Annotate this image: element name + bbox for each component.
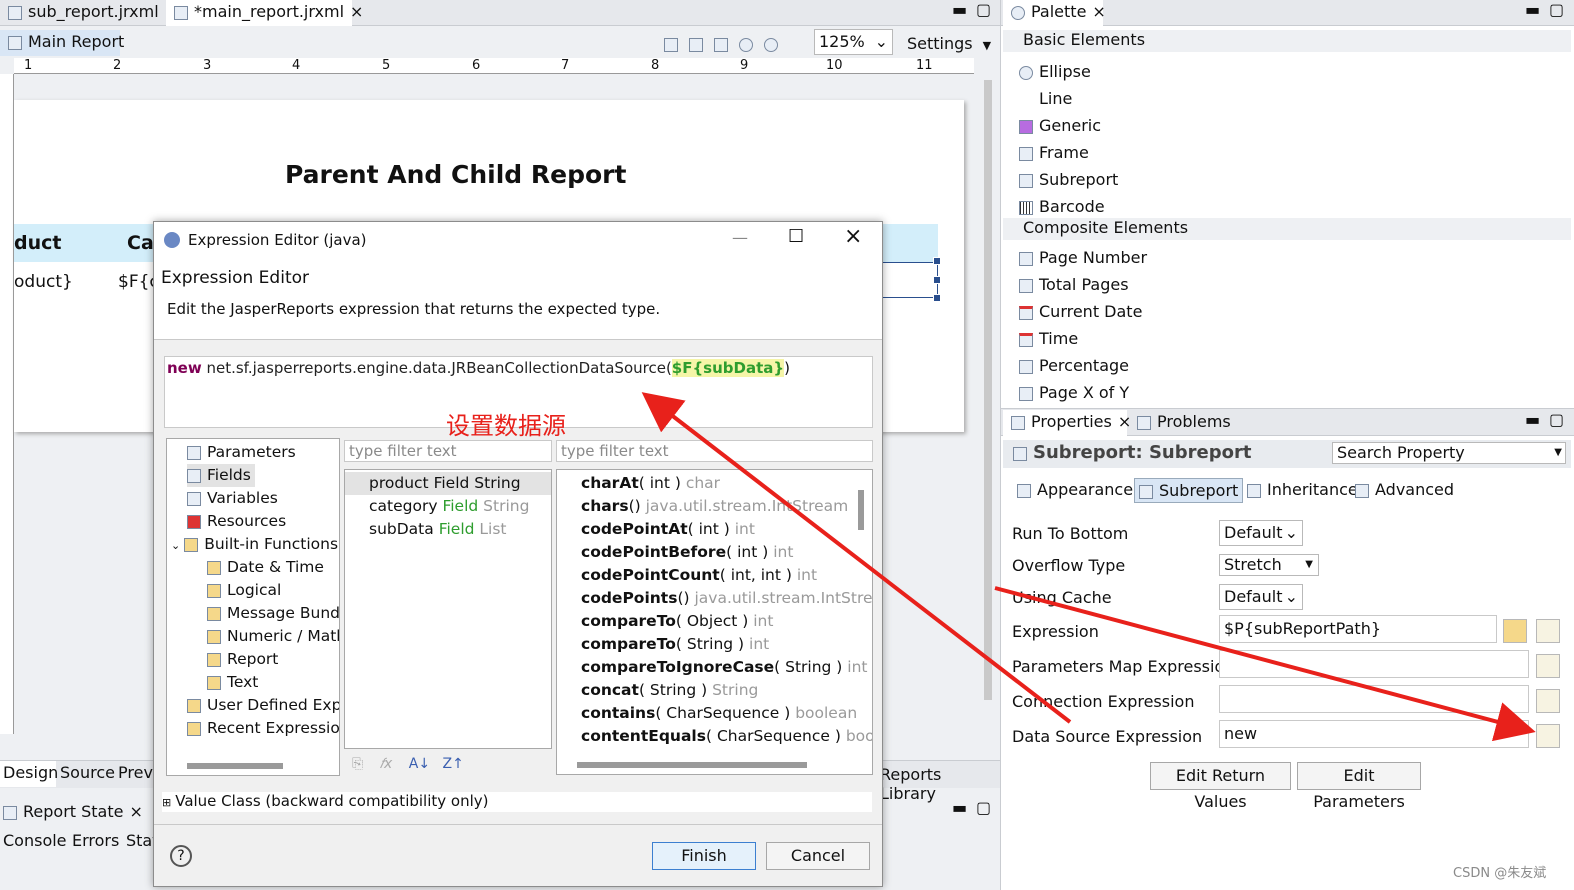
arrow-to-data-source-button [994,586,1536,742]
arrow-to-expression [641,392,1072,724]
annotation-arrows [641,392,1536,742]
